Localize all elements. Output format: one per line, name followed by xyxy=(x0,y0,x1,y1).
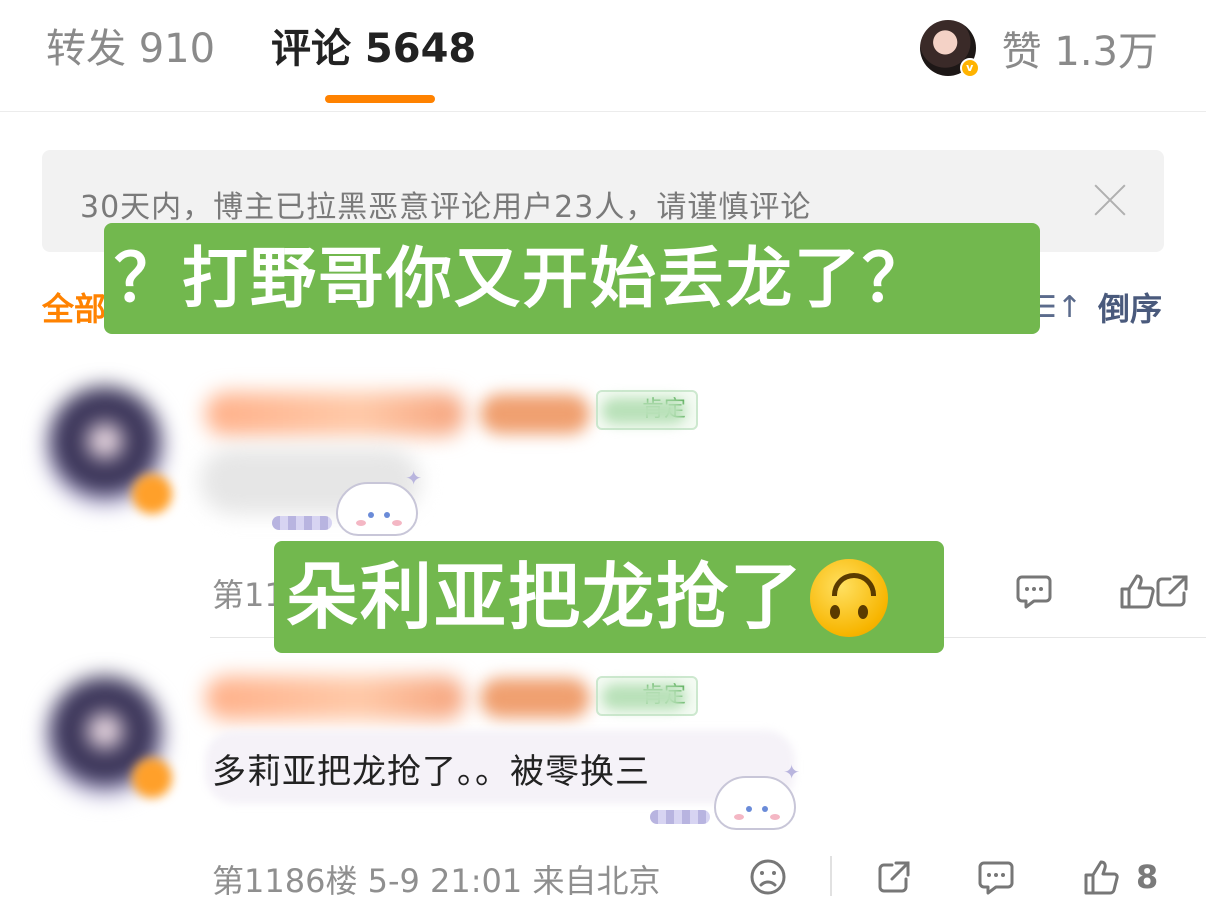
tab-likes[interactable]: v 赞 1.3万 xyxy=(919,18,1158,78)
reaction-button[interactable] xyxy=(748,852,788,902)
filter-all-button[interactable]: 全部 xyxy=(42,284,106,330)
liker-avatar: v xyxy=(919,20,980,78)
share-button[interactable] xyxy=(874,852,914,902)
verified-badge-icon: v xyxy=(959,58,980,78)
sparkle-icon: ✦ xyxy=(405,466,422,490)
upside-down-face-icon xyxy=(810,559,889,638)
sort-button[interactable]: ☰↑ 倒序 xyxy=(1030,284,1162,330)
sort-label: 倒序 xyxy=(1097,290,1162,328)
tag-redacted xyxy=(602,398,686,424)
comment-icon xyxy=(1016,575,1052,609)
bow-decoration xyxy=(650,810,710,824)
overlay-caption-middle: 朵利亚把龙抢了 xyxy=(274,541,944,653)
thumb-up-icon xyxy=(1084,860,1119,895)
like-button[interactable] xyxy=(1116,566,1156,616)
like-count: 8 xyxy=(1136,858,1159,896)
avatar-badge-icon xyxy=(132,474,172,514)
reply-button[interactable] xyxy=(976,852,1016,902)
active-tab-indicator xyxy=(325,95,435,103)
overlay-caption-top: ？打野哥你又开始丢龙了？ xyxy=(104,223,1040,334)
share-icon xyxy=(1156,575,1188,607)
comment-icon xyxy=(978,861,1014,895)
action-separator xyxy=(830,856,832,896)
cloud-sticker: ✦ xyxy=(650,760,800,830)
reply-button[interactable] xyxy=(1014,566,1054,616)
tab-likes-label: 赞 1.3万 xyxy=(1001,29,1158,75)
comment-meta: 第1186楼 5-9 21:01 来自北京 xyxy=(212,862,661,900)
user-tag: 肯定 xyxy=(596,676,699,716)
cloud-sticker: ✦ xyxy=(272,466,422,536)
username-redacted[interactable] xyxy=(205,676,465,720)
cloud-character xyxy=(714,776,796,830)
bow-decoration xyxy=(272,516,332,530)
user-badge-redacted xyxy=(480,394,590,434)
thumb-up-icon xyxy=(1120,574,1155,609)
cloud-character xyxy=(336,482,418,536)
user-tag: 肯定 xyxy=(596,390,699,430)
notice-text: 30天内，博主已拉黑恶意评论用户23人，请谨慎评论 xyxy=(80,190,812,225)
emoji-icon xyxy=(750,859,786,895)
tag-redacted xyxy=(602,684,686,710)
comment-text: 多莉亚把龙抢了。。被零换三 xyxy=(212,752,650,792)
share-icon xyxy=(878,861,910,893)
overlay-caption-text: 朵利亚把龙抢了 xyxy=(286,555,805,639)
tab-comments[interactable]: 评论 5648 xyxy=(271,24,476,74)
username-redacted[interactable] xyxy=(205,392,465,436)
like-button[interactable]: 8 xyxy=(1080,852,1158,902)
avatar-badge-icon xyxy=(132,758,172,798)
close-icon[interactable] xyxy=(1092,182,1128,218)
tab-forward[interactable]: 转发 910 xyxy=(46,24,215,74)
share-button[interactable] xyxy=(1152,566,1192,616)
user-badge-redacted xyxy=(480,678,590,718)
comment-tabs: 转发 910 评论 5648 v 赞 1.3万 xyxy=(0,0,1206,112)
sparkle-icon: ✦ xyxy=(783,760,800,784)
